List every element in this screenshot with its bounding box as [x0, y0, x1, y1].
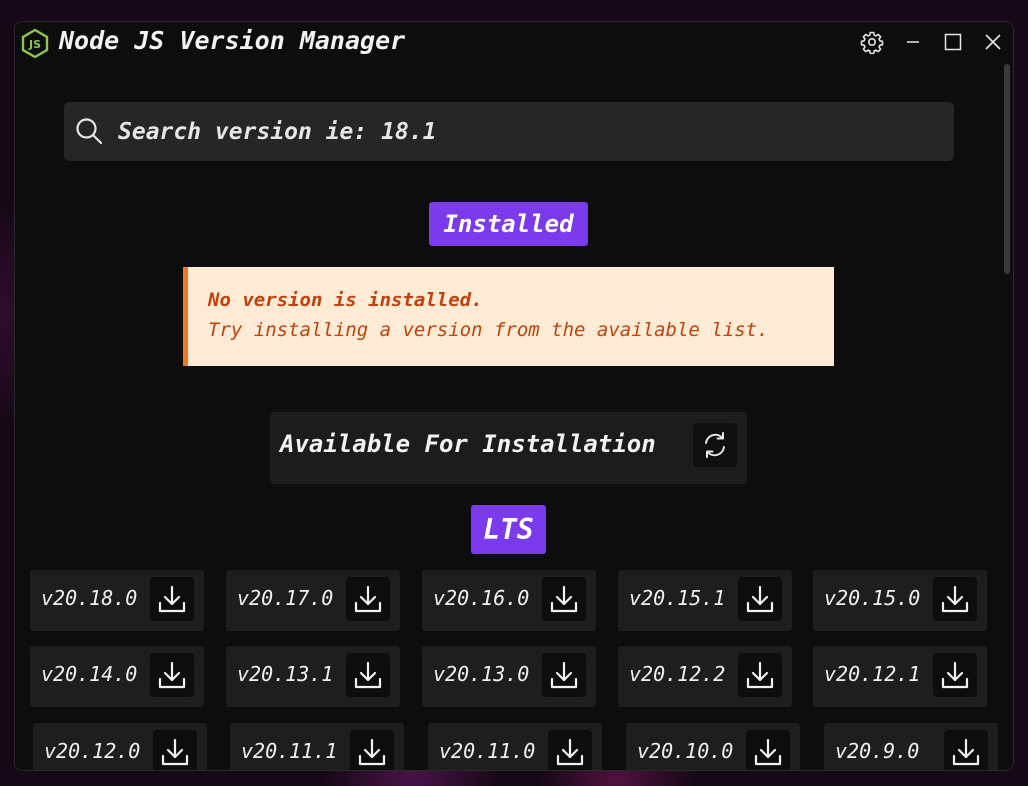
alert-title: No version is installed.: [208, 289, 483, 311]
download-button[interactable]: [350, 730, 394, 770]
scrollbar-thumb[interactable]: [1004, 64, 1010, 274]
window-title: Node JS Version Manager: [59, 26, 406, 55]
download-icon: [550, 661, 578, 689]
version-card: v20.16.0: [422, 570, 596, 631]
version-card: v20.11.0: [428, 723, 602, 770]
version-label: v20.17.0: [237, 586, 334, 610]
version-label: v20.12.1: [824, 662, 921, 686]
version-label: v20.14.0: [41, 662, 138, 686]
version-card: v20.15.0: [813, 570, 987, 631]
download-button[interactable]: [738, 577, 782, 621]
version-card: v20.12.1: [813, 646, 987, 707]
download-icon: [952, 738, 980, 766]
search-bar: [64, 102, 954, 161]
download-button[interactable]: [944, 730, 988, 770]
nodejs-logo-icon: JS: [21, 28, 49, 58]
download-icon: [941, 661, 969, 689]
download-button[interactable]: [150, 653, 194, 697]
version-label: v20.11.0: [439, 739, 536, 763]
version-card: v20.13.1: [226, 646, 400, 707]
version-card: v20.10.0: [626, 723, 800, 770]
version-card: v20.17.0: [226, 570, 400, 631]
version-label: v20.12.0: [44, 739, 141, 763]
download-icon: [158, 661, 186, 689]
version-label: v20.13.0: [433, 662, 530, 686]
download-button[interactable]: [933, 653, 977, 697]
download-button[interactable]: [150, 577, 194, 621]
download-button[interactable]: [738, 653, 782, 697]
download-button[interactable]: [153, 730, 197, 770]
app-window: JS Node JS Version Manager Installed: [14, 21, 1014, 771]
settings-button[interactable]: [857, 28, 887, 56]
maximize-button[interactable]: [938, 28, 968, 56]
download-button[interactable]: [542, 577, 586, 621]
download-icon: [746, 661, 774, 689]
download-icon: [161, 738, 189, 766]
minimize-icon: [907, 41, 919, 43]
search-icon: [76, 118, 103, 145]
download-button[interactable]: [542, 653, 586, 697]
download-icon: [556, 738, 584, 766]
version-card: v20.13.0: [422, 646, 596, 707]
close-button[interactable]: [978, 28, 1008, 56]
version-label: v20.16.0: [433, 586, 530, 610]
gear-icon: [860, 31, 884, 54]
version-card: v20.18.0: [30, 570, 204, 631]
version-label: v20.12.2: [629, 662, 726, 686]
download-icon: [550, 585, 578, 613]
title-bar: JS Node JS Version Manager: [15, 22, 1013, 62]
version-card: v20.11.1: [230, 723, 404, 770]
version-label: v20.18.0: [41, 586, 138, 610]
alert-body: Try installing a version from the availa…: [208, 319, 769, 341]
maximize-icon: [944, 33, 962, 51]
download-icon: [158, 585, 186, 613]
minimize-button[interactable]: [898, 28, 928, 56]
version-card: v20.9.0: [824, 723, 998, 770]
lts-heading: LTS: [471, 505, 546, 554]
installed-heading: Installed: [429, 202, 588, 246]
no-version-alert: No version is installed. Try installing …: [183, 267, 834, 366]
version-label: v20.15.1: [629, 586, 726, 610]
download-icon: [354, 585, 382, 613]
version-label: v20.9.0: [835, 739, 920, 763]
search-input[interactable]: [116, 113, 940, 151]
available-header: Available For Installation: [270, 412, 747, 484]
version-card: v20.12.2: [618, 646, 792, 707]
download-icon: [358, 738, 386, 766]
available-heading: Available For Installation: [280, 430, 656, 458]
version-label: v20.11.1: [241, 739, 338, 763]
download-icon: [941, 585, 969, 613]
scrollbar[interactable]: [1001, 62, 1013, 770]
download-icon: [354, 661, 382, 689]
download-button[interactable]: [346, 653, 390, 697]
version-label: v20.10.0: [637, 739, 734, 763]
refresh-button[interactable]: [693, 423, 737, 467]
version-card: v20.15.1: [618, 570, 792, 631]
close-icon: [985, 34, 1001, 50]
version-card: v20.14.0: [30, 646, 204, 707]
svg-text:JS: JS: [28, 38, 41, 51]
download-button[interactable]: [933, 577, 977, 621]
version-label: v20.13.1: [237, 662, 334, 686]
refresh-icon: [705, 432, 725, 458]
version-card: v20.12.0: [33, 723, 207, 770]
download-button[interactable]: [746, 730, 790, 770]
download-icon: [754, 738, 782, 766]
download-icon: [746, 585, 774, 613]
version-label: v20.15.0: [824, 586, 921, 610]
download-button[interactable]: [548, 730, 592, 770]
download-button[interactable]: [346, 577, 390, 621]
